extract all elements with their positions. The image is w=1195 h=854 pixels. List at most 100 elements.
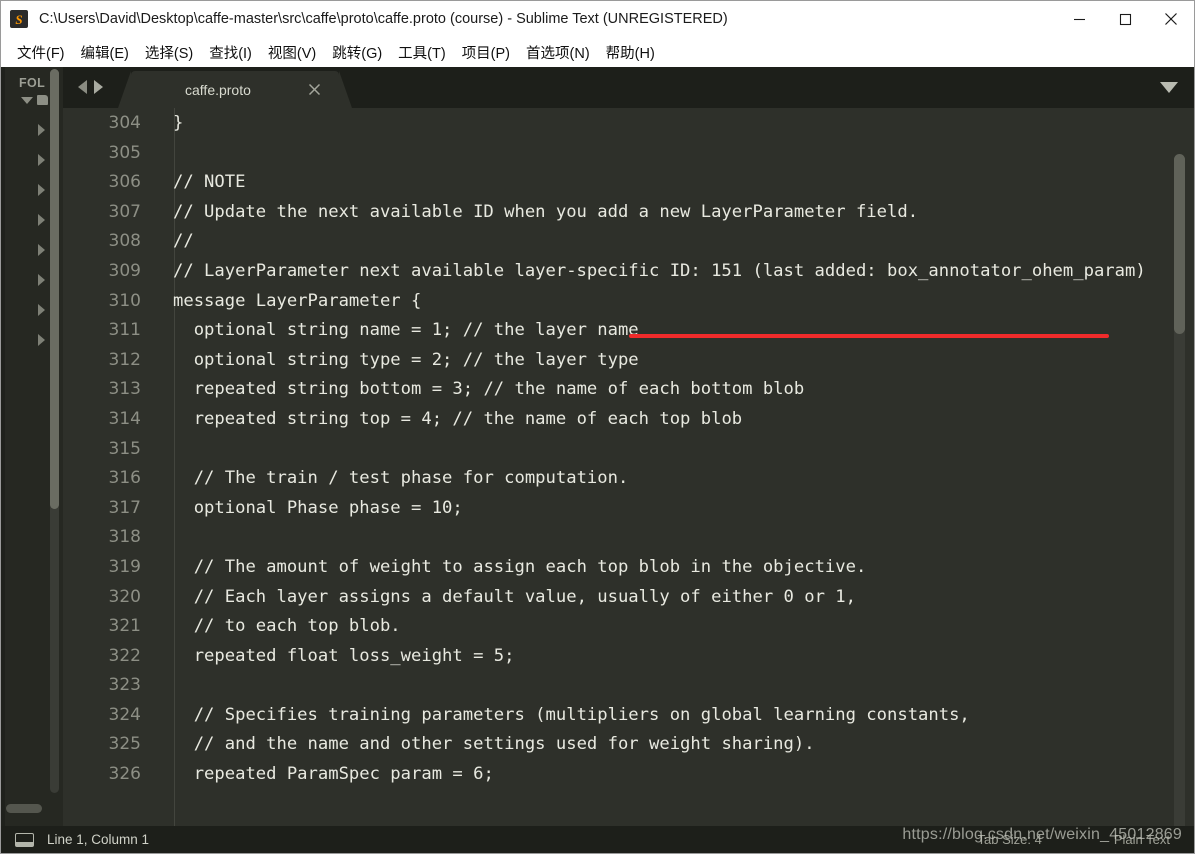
sidebar-item-chevron-2[interactable]: [38, 154, 45, 166]
code-lines: 304 } 305 306 // NOTE 307 // Update the …: [63, 109, 1194, 790]
line-text: // Update the next available ID when you…: [173, 201, 919, 222]
status-bar-right: Tab Size: 4 Plain Text: [978, 826, 1194, 853]
line-text: // LayerParameter next available layer-s…: [173, 260, 1146, 281]
line-text: optional string name = 1; // the layer n…: [173, 320, 639, 341]
line-number: 310: [108, 290, 141, 311]
nav-back-icon[interactable]: [78, 80, 87, 94]
folder-icon: [37, 95, 48, 105]
code-line: 321 // to each top blob.: [63, 612, 1194, 642]
code-line: 325 // and the name and other settings u…: [63, 730, 1194, 760]
close-icon: [308, 83, 320, 95]
red-annotation-underline: [629, 334, 1109, 338]
close-button[interactable]: [1148, 1, 1194, 37]
code-line: 323: [63, 671, 1194, 701]
cursor-position-label: Line 1, Column 1: [47, 832, 150, 847]
sidebar-horizontal-scrollbar-thumb[interactable]: [6, 804, 42, 813]
code-line: 310 message LayerParameter {: [63, 287, 1194, 317]
menu-item-find[interactable]: 查找(I): [201, 40, 260, 65]
line-text: repeated float loss_weight = 5;: [173, 645, 515, 666]
code-line: 317 optional Phase phase = 10;: [63, 494, 1194, 524]
line-number: 311: [108, 320, 141, 341]
menu-item-file[interactable]: 文件(F): [9, 40, 73, 65]
line-text: //: [173, 231, 194, 252]
nav-forward-icon[interactable]: [94, 80, 103, 94]
sidebar-item-chevron-4[interactable]: [38, 214, 45, 226]
sidebar: FOL: [1, 67, 63, 827]
line-text: optional string type = 2; // the layer t…: [173, 349, 639, 370]
code-line: 306 // NOTE: [63, 168, 1194, 198]
minimize-icon: [1073, 18, 1085, 20]
line-text: // Each layer assigns a default value, u…: [173, 586, 856, 607]
menu-item-view[interactable]: 视图(V): [260, 40, 324, 65]
line-number: 308: [108, 231, 141, 252]
menu-item-help[interactable]: 帮助(H): [598, 40, 663, 65]
tab-caffe-proto[interactable]: caffe.proto: [118, 71, 352, 108]
code-line: 308 //: [63, 227, 1194, 257]
sidebar-item-chevron-5[interactable]: [38, 244, 45, 256]
window-controls: [1056, 1, 1194, 37]
sidebar-item-chevron-6[interactable]: [38, 274, 45, 286]
code-line: 315: [63, 435, 1194, 465]
sidebar-vertical-scrollbar-thumb[interactable]: [50, 69, 59, 509]
tab-close-button[interactable]: [307, 82, 321, 96]
tab-overflow-chevron-down-icon[interactable]: [1160, 82, 1178, 93]
code-line: 318: [63, 523, 1194, 553]
line-text: repeated string bottom = 3; // the name …: [173, 379, 805, 400]
sidebar-tree-root[interactable]: [21, 95, 48, 105]
window-title: C:\Users\David\Desktop\caffe-master\src\…: [39, 11, 728, 27]
menu-item-project[interactable]: 项目(P): [454, 40, 518, 65]
menu-item-selection[interactable]: 选择(S): [137, 40, 201, 65]
line-number: 307: [108, 201, 141, 222]
menu-item-preferences[interactable]: 首选项(N): [518, 40, 598, 65]
code-line: 316 // The train / test phase for comput…: [63, 464, 1194, 494]
maximize-button[interactable]: [1102, 1, 1148, 37]
line-number: 321: [108, 616, 141, 637]
line-text: repeated string top = 4; // the name of …: [173, 408, 743, 429]
sidebar-edge-strip: [1, 67, 5, 827]
syntax-label[interactable]: Plain Text: [1114, 832, 1170, 847]
code-line: 309 // LayerParameter next available lay…: [63, 257, 1194, 287]
line-text: // to each top blob.: [173, 616, 401, 637]
sublime-logo-icon: S: [10, 10, 28, 28]
line-number: 315: [108, 438, 141, 459]
app-icon-letter: S: [15, 11, 23, 27]
toggle-sidebar-icon[interactable]: [15, 832, 34, 847]
line-text: // NOTE: [173, 172, 246, 193]
code-line: 314 repeated string top = 4; // the name…: [63, 405, 1194, 435]
sidebar-item-chevron-1[interactable]: [38, 124, 45, 136]
line-text: optional Phase phase = 10;: [173, 497, 463, 518]
line-number: 314: [108, 408, 141, 429]
line-number: 326: [108, 764, 141, 785]
line-text: // The train / test phase for computatio…: [173, 468, 629, 489]
minimize-button[interactable]: [1056, 1, 1102, 37]
line-text: // and the name and other settings used …: [173, 734, 815, 755]
line-number: 322: [108, 645, 141, 666]
line-number: 312: [108, 349, 141, 370]
line-number: 313: [108, 379, 141, 400]
tab-size-label[interactable]: Tab Size: 4: [978, 832, 1042, 847]
line-number: 316: [108, 468, 141, 489]
menu-bar: 文件(F) 编辑(E) 选择(S) 查找(I) 视图(V) 跳转(G) 工具(T…: [1, 37, 1194, 67]
line-number: 319: [108, 556, 141, 577]
editor-scrollbar-thumb[interactable]: [1174, 154, 1185, 334]
tab-bar: caffe.proto: [63, 67, 1194, 108]
code-line: 313 repeated string bottom = 3; // the n…: [63, 375, 1194, 405]
sidebar-item-chevron-7[interactable]: [38, 304, 45, 316]
line-number: 320: [108, 586, 141, 607]
menu-item-edit[interactable]: 编辑(E): [73, 40, 137, 65]
code-line: 311 optional string name = 1; // the lay…: [63, 316, 1194, 346]
code-line: 305: [63, 139, 1194, 169]
menu-item-goto[interactable]: 跳转(G): [324, 40, 390, 65]
menu-item-tools[interactable]: 工具(T): [390, 40, 454, 65]
code-line: 319 // The amount of weight to assign ea…: [63, 553, 1194, 583]
code-line: 312 optional string type = 2; // the lay…: [63, 346, 1194, 376]
title-bar: S C:\Users\David\Desktop\caffe-master\sr…: [1, 1, 1194, 37]
code-editor[interactable]: 304 } 305 306 // NOTE 307 // Update the …: [63, 108, 1194, 827]
line-text: }: [173, 113, 184, 133]
line-number: 324: [108, 704, 141, 725]
code-line: 324 // Specifies training parameters (mu…: [63, 701, 1194, 731]
tab-navigation-arrows: [78, 80, 103, 94]
sidebar-item-chevron-8[interactable]: [38, 334, 45, 346]
line-number: 317: [108, 497, 141, 518]
sidebar-item-chevron-3[interactable]: [38, 184, 45, 196]
